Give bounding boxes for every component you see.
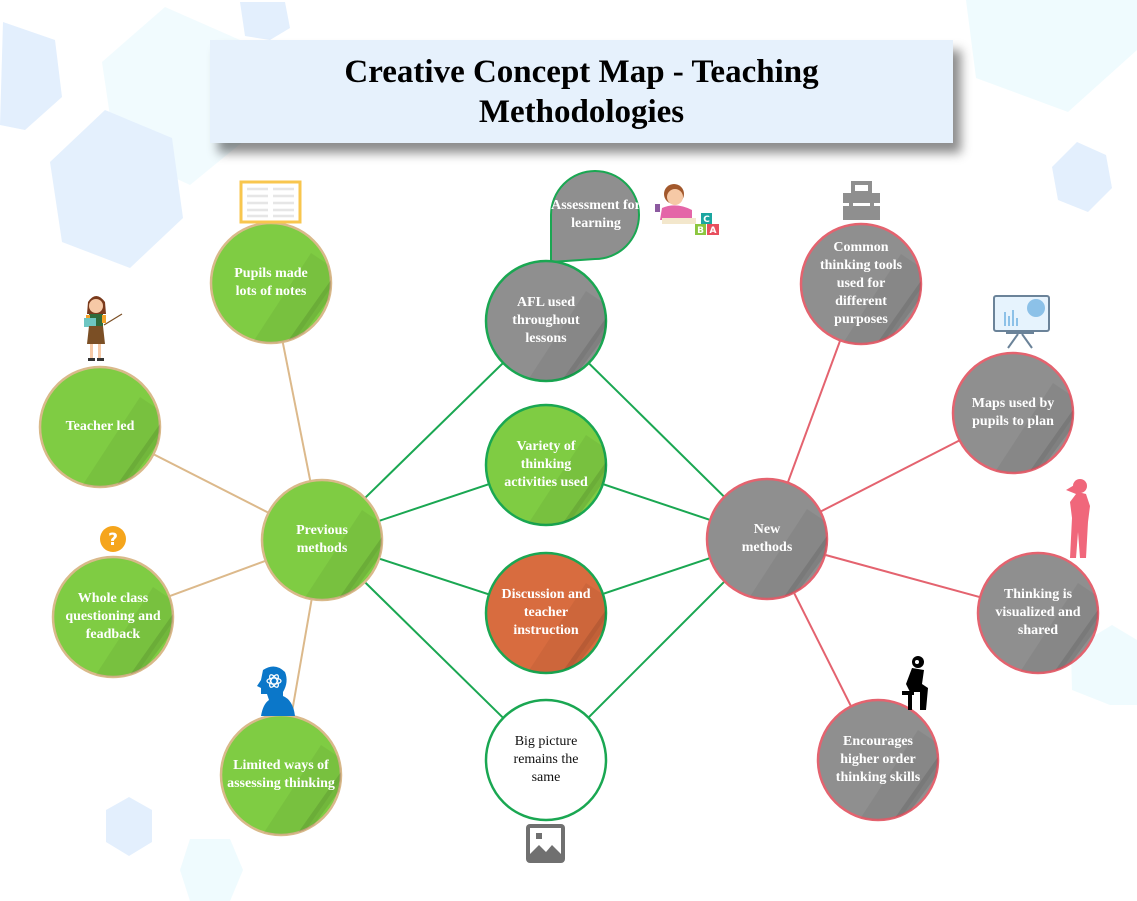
question-mark-icon: ? [100, 526, 126, 552]
toolbox-icon [843, 181, 880, 220]
node-circle [484, 698, 608, 822]
circle-pupils-notes[interactable] [209, 221, 341, 345]
svg-text:A: A [710, 226, 717, 236]
circle-previous-methods[interactable] [260, 478, 392, 602]
girl-reading-abc-icon: C B A [655, 184, 719, 236]
circle-common-tools[interactable] [799, 222, 931, 346]
callout-bubble[interactable] [550, 170, 640, 264]
svg-text:C: C [703, 215, 710, 225]
page-title: Creative Concept Map - Teaching Methodol… [344, 53, 819, 130]
bg-hexagon [106, 797, 152, 856]
circle-variety[interactable] [484, 403, 616, 527]
circle-big-picture[interactable] [484, 698, 608, 822]
concept-nodes [38, 170, 1100, 837]
title-banner: Creative Concept Map - Teaching Methodol… [210, 40, 953, 143]
svg-text:B: B [697, 226, 704, 236]
thinker-sitting-icon [902, 656, 928, 710]
circle-teacher-led[interactable] [38, 365, 170, 489]
teacher-icon [84, 296, 123, 361]
circle-afl[interactable] [484, 259, 616, 383]
circle-new-methods[interactable] [705, 477, 837, 601]
bg-hexagon [966, 0, 1137, 112]
circle-encourages[interactable] [816, 698, 948, 822]
circle-discussion[interactable] [484, 551, 616, 675]
bg-hexagon [0, 22, 62, 130]
circle-limited-assessing[interactable] [219, 713, 351, 837]
image-icon [526, 824, 565, 863]
bg-hexagon [180, 839, 243, 901]
svg-text:?: ? [108, 530, 118, 550]
thinking-man-icon [1066, 479, 1090, 558]
brain-head-icon [257, 666, 295, 716]
notebook-icon [239, 180, 302, 224]
bg-hexagon [1052, 142, 1112, 212]
bg-hexagon [240, 2, 290, 40]
circle-whole-class[interactable] [51, 555, 183, 679]
presentation-board-icon [993, 295, 1050, 349]
circle-maps[interactable] [951, 351, 1083, 475]
